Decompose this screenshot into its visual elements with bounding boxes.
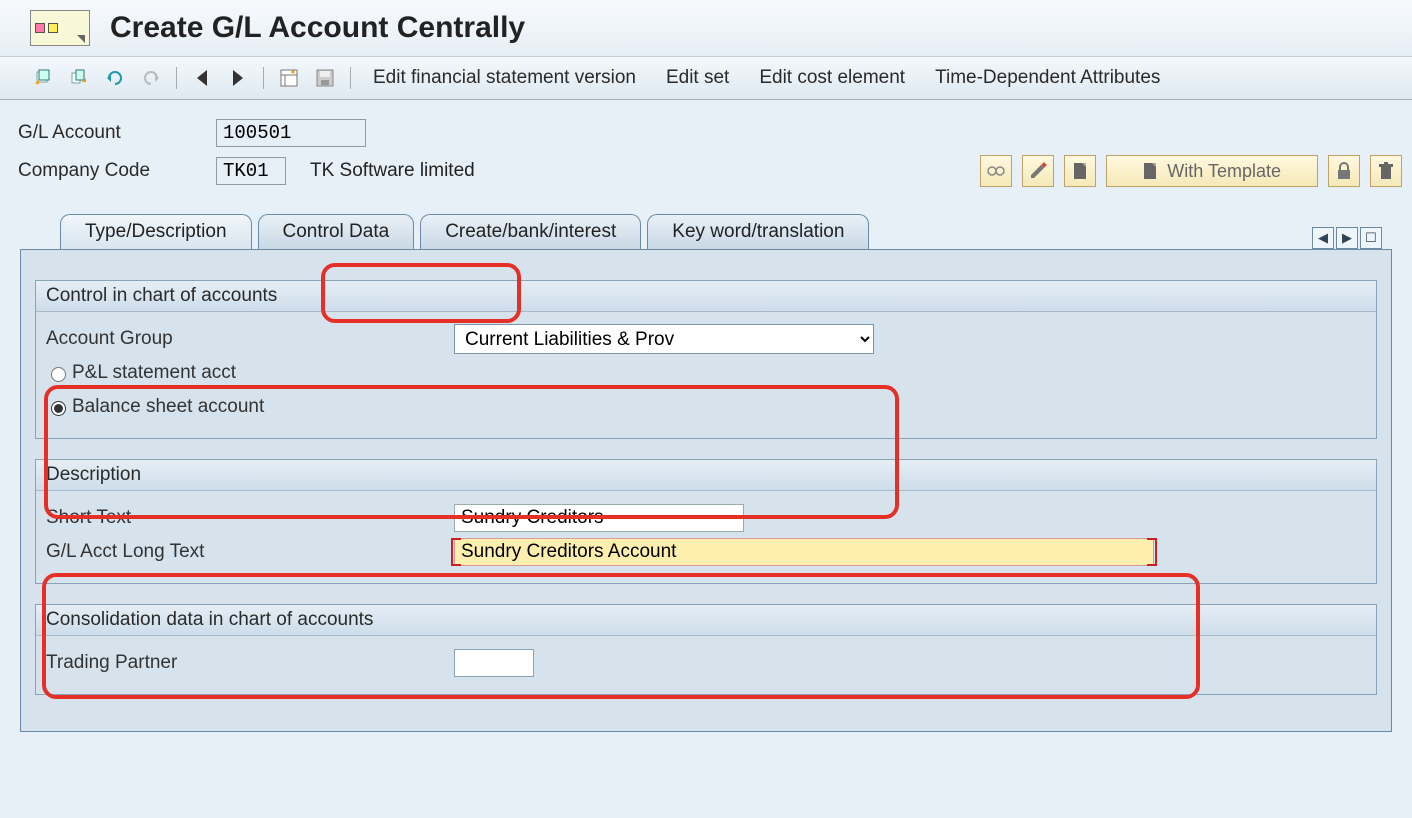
- gl-account-input[interactable]: [216, 119, 366, 147]
- company-code-name: TK Software limited: [310, 160, 475, 182]
- undo-icon[interactable]: [102, 65, 128, 91]
- consolidation-title: Consolidation data in chart of accounts: [36, 605, 1376, 636]
- description-title: Description: [36, 460, 1376, 491]
- next-icon[interactable]: [225, 65, 251, 91]
- account-group-select[interactable]: Current Liabilities & Prov: [454, 324, 874, 354]
- long-text-label: G/L Acct Long Text: [46, 541, 446, 563]
- layout-icon[interactable]: [276, 65, 302, 91]
- field-bracket-right-icon: [1147, 538, 1157, 566]
- header-fields: G/L Account Company Code TK Software lim…: [0, 100, 1412, 204]
- tab-list-icon[interactable]: ☐: [1360, 227, 1382, 249]
- tab-type-description[interactable]: Type/Description: [60, 214, 252, 249]
- with-template-button[interactable]: With Template: [1106, 155, 1318, 187]
- tab-strip: Type/Description Control Data Create/ban…: [60, 214, 1412, 249]
- toolbar-separator: [176, 67, 177, 89]
- toolbar: Edit financial statement version Edit se…: [0, 57, 1412, 100]
- create-icon[interactable]: [30, 65, 56, 91]
- edit-set-link[interactable]: Edit set: [656, 65, 739, 91]
- toolbar-separator: [350, 67, 351, 89]
- bs-radio[interactable]: [51, 401, 66, 416]
- short-text-input[interactable]: [454, 504, 744, 532]
- trading-partner-label: Trading Partner: [46, 652, 446, 674]
- pl-radio-label: P&L statement acct: [72, 362, 236, 384]
- title-bar: Create G/L Account Centrally: [0, 0, 1412, 57]
- edit-button[interactable]: [1022, 155, 1054, 187]
- gl-account-label: G/L Account: [18, 122, 206, 144]
- display-button[interactable]: [980, 155, 1012, 187]
- tab-control-data[interactable]: Control Data: [258, 214, 415, 249]
- description-group: Description Short Text G/L Acct Long Tex…: [35, 459, 1377, 584]
- lock-button[interactable]: [1328, 155, 1360, 187]
- page-title: Create G/L Account Centrally: [110, 11, 525, 45]
- control-chart-title: Control in chart of accounts: [36, 281, 1376, 312]
- delete-button[interactable]: [1370, 155, 1402, 187]
- long-text-input[interactable]: [454, 538, 1154, 566]
- save-icon[interactable]: [312, 65, 338, 91]
- prev-icon[interactable]: [189, 65, 215, 91]
- long-text-row: G/L Acct Long Text: [46, 535, 1366, 569]
- tab-panel: Control in chart of accounts Account Gro…: [20, 249, 1392, 732]
- short-text-label: Short Text: [46, 507, 446, 529]
- with-template-label: With Template: [1167, 161, 1281, 182]
- tab-keyword-translation[interactable]: Key word/translation: [647, 214, 869, 249]
- account-group-row: Account Group Current Liabilities & Prov: [46, 322, 1366, 356]
- company-code-label: Company Code: [18, 160, 206, 182]
- tab-scroll-right-icon[interactable]: ▶: [1336, 227, 1358, 249]
- toolbar-separator: [263, 67, 264, 89]
- edit-cost-element-link[interactable]: Edit cost element: [749, 65, 915, 91]
- bs-radio-row[interactable]: Balance sheet account: [46, 390, 1366, 424]
- pl-radio-row[interactable]: P&L statement acct: [46, 356, 1366, 390]
- app-mode-icon[interactable]: [30, 10, 90, 46]
- bs-radio-label: Balance sheet account: [72, 396, 264, 418]
- trading-partner-row: Trading Partner: [46, 646, 1366, 680]
- tab-create-bank-interest[interactable]: Create/bank/interest: [420, 214, 641, 249]
- company-code-row: Company Code TK Software limited With Te…: [18, 152, 1402, 190]
- gl-account-row: G/L Account: [18, 114, 1402, 152]
- pl-radio[interactable]: [51, 367, 66, 382]
- copy-icon[interactable]: [66, 65, 92, 91]
- time-dependent-link[interactable]: Time-Dependent Attributes: [925, 65, 1170, 91]
- edit-fsv-link[interactable]: Edit financial statement version: [363, 65, 646, 91]
- control-chart-group: Control in chart of accounts Account Gro…: [35, 280, 1377, 439]
- company-code-input[interactable]: [216, 157, 286, 185]
- short-text-row: Short Text: [46, 501, 1366, 535]
- consolidation-group: Consolidation data in chart of accounts …: [35, 604, 1377, 695]
- account-group-label: Account Group: [46, 328, 446, 350]
- redo-icon[interactable]: [138, 65, 164, 91]
- create-new-button[interactable]: [1064, 155, 1096, 187]
- tab-scroll-left-icon[interactable]: ◀: [1312, 227, 1334, 249]
- trading-partner-input[interactable]: [454, 649, 534, 677]
- field-bracket-left-icon: [451, 538, 461, 566]
